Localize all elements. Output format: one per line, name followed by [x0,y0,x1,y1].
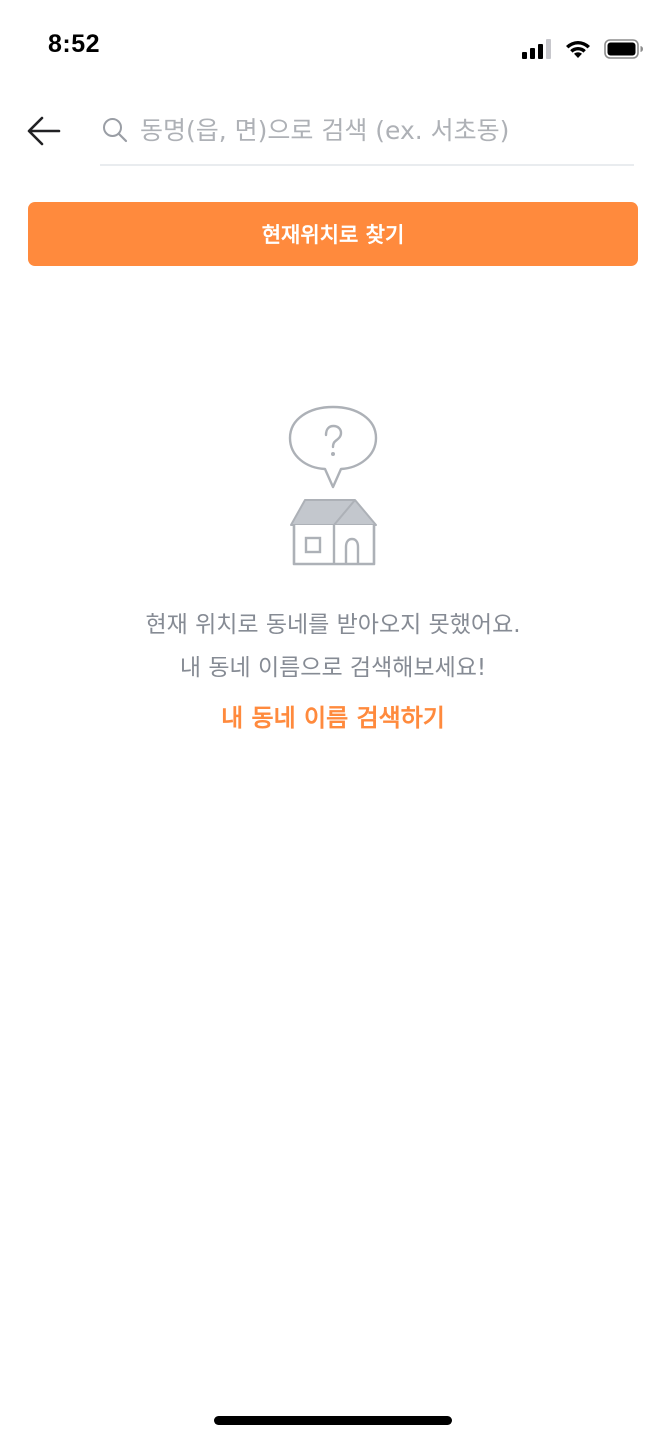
home-indicator [214,1416,452,1425]
search-header [0,96,666,170]
search-field[interactable] [100,96,634,166]
status-time: 8:52 [48,30,101,58]
empty-state-message-line: 내 동네 이름으로 검색해보세요! [179,655,487,681]
find-by-current-location-button[interactable]: 현재위치로 찾기 [28,202,638,266]
status-icons [522,34,644,64]
search-input[interactable] [140,115,634,145]
empty-state-message-line: 현재 위치로 동네를 받아오지 못했어요. [145,612,521,638]
arrow-left-icon [26,115,62,151]
back-button[interactable] [20,112,68,154]
house-question-icon [285,404,381,570]
empty-state-message: 현재 위치로 동네를 받아오지 못했어요. 내 동네 이름으로 검색해보세요! [0,604,666,690]
battery-icon [604,39,644,59]
search-icon [102,117,128,143]
status-bar: 8:52 [0,0,666,96]
location-button-label: 현재위치로 찾기 [261,223,405,247]
wifi-icon [564,39,592,59]
search-neighborhood-link[interactable]: 내 동네 이름 검색하기 [0,697,666,739]
cellular-signal-icon [522,39,552,59]
